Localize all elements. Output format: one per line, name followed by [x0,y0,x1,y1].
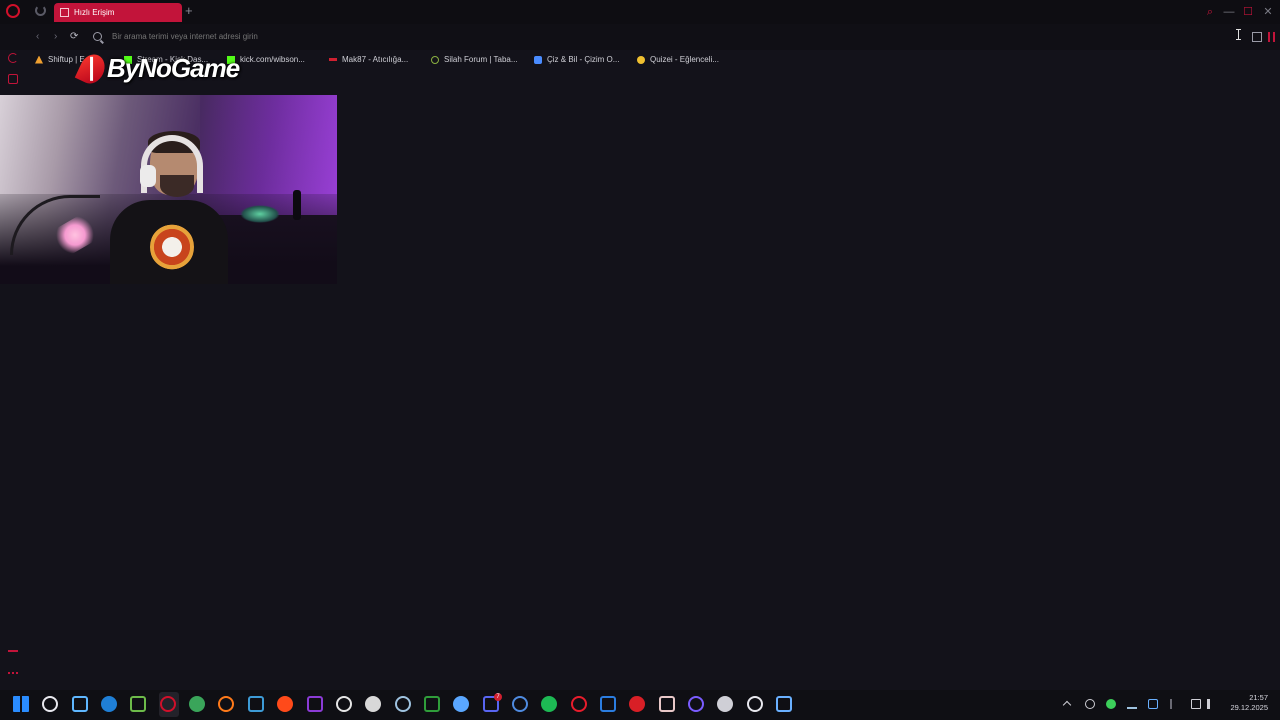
sidebar-history-icon[interactable] [8,53,18,63]
desk-light [240,205,280,223]
tray-app-icon[interactable] [1085,699,1095,709]
ubisoft-icon[interactable] [512,696,528,712]
bynogame-logo-icon [74,49,110,88]
amazon-icon[interactable] [336,696,352,712]
address-input[interactable] [112,32,712,41]
spotify-icon[interactable] [541,696,557,712]
tab-label: Hızlı Erişim [74,8,115,17]
chatgpt-icon[interactable] [747,696,763,712]
discord-icon[interactable]: 7 [483,693,502,712]
headphone-cup [140,165,156,187]
bookmark-item[interactable]: Silah Forum | Taba... [431,55,518,64]
discord-badge: 7 [494,693,502,701]
copilot-icon[interactable] [72,696,88,712]
clock-date: 29.12.2025 [1230,703,1268,712]
tray-update-icon[interactable] [1148,699,1158,709]
webcam-feed [0,95,337,284]
reload-icon[interactable]: ⟳ [70,31,78,42]
search-icon [93,32,102,41]
sidebar-gx-icon[interactable] [8,650,18,660]
network-icon[interactable] [1191,699,1201,709]
opera-icon[interactable] [160,696,176,712]
bottle [293,190,301,220]
volume-icon[interactable] [1207,699,1217,709]
clock-time: 21:57 [1249,693,1268,702]
battlenet-icon[interactable] [453,696,469,712]
firefox-icon[interactable] [218,696,234,712]
logo-text: ByNoGame [107,53,240,83]
popcorn-icon[interactable] [659,696,675,712]
globe-icon [431,55,439,64]
youtube-music-icon[interactable] [571,696,587,712]
opera-menu-icon[interactable] [6,4,20,18]
bookmark-item[interactable]: Mak87 - Atıcılığa... [329,55,408,64]
quiz-icon [637,55,645,64]
search-tabs-icon[interactable]: ⌕ [1203,5,1217,19]
store-icon[interactable] [101,696,117,712]
loading-icon [35,5,46,16]
cp-icon [534,55,542,64]
microphone-icon[interactable] [1170,699,1180,709]
tab-quick-access[interactable]: Hızlı Erişim [54,3,182,22]
taskbar-clock[interactable]: 21:57 29.12.2025 [1222,693,1268,713]
tray-status-icon[interactable] [1106,699,1116,709]
snapshot-icon[interactable] [1252,32,1262,42]
shirt-logo [150,223,194,271]
bookmark-item[interactable]: Çiz & Bil - Çizim O... [534,55,619,64]
minimize-button[interactable]: — [1222,5,1236,19]
ea-icon[interactable] [277,696,293,712]
close-button[interactable]: ✕ [1261,5,1275,19]
netflix-icon[interactable] [629,696,645,712]
steam-icon[interactable] [395,696,411,712]
forward-icon[interactable]: › [54,31,57,42]
mouse-cursor [1236,29,1241,40]
circle-app-icon[interactable] [307,696,323,712]
maximize-button[interactable]: ☐ [1241,5,1255,19]
sidebar-more-icon[interactable] [8,672,18,682]
stream-logo: ByNoGame [74,49,240,88]
chrome-icon[interactable] [189,696,205,712]
flame-icon [35,55,43,64]
obs-icon[interactable] [717,696,733,712]
desktop-icon[interactable] [248,696,264,712]
tray-steam-icon[interactable] [1127,699,1137,709]
xbox-app-icon[interactable] [424,696,440,712]
task-view-icon[interactable] [42,696,58,712]
sidebar-toggle-icon[interactable] [1268,32,1275,42]
speed-dial-icon [60,8,69,17]
back-icon[interactable]: ‹ [36,31,39,42]
bookmark-item[interactable]: Quizei - Eğlenceli... [637,55,719,64]
windows-start-icon[interactable] [13,696,29,712]
xbox-icon[interactable] [130,696,146,712]
ms-app-icon[interactable] [600,696,616,712]
bookmark-icon [329,58,337,61]
arrow-app-icon[interactable] [688,696,704,712]
gear-app-icon[interactable] [776,696,792,712]
epic-games-icon[interactable] [365,696,381,712]
new-tab-button[interactable]: + [185,4,193,18]
sidebar-messenger-icon[interactable] [8,74,18,84]
